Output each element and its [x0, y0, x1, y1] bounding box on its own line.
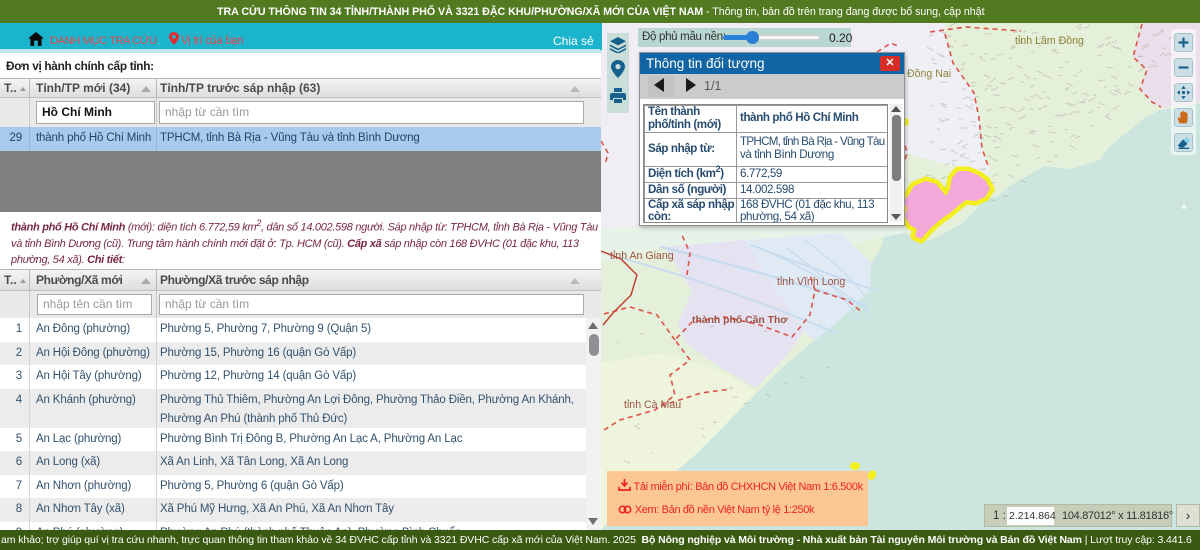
- svg-text:thành phố Cần Thơ: thành phố Cần Thơ: [692, 314, 788, 326]
- svg-text:tỉnh Cà Mau: tỉnh Cà Mau: [624, 399, 681, 411]
- svg-text:tỉnh Lâm Đồng: tỉnh Lâm Đồng: [1015, 35, 1084, 47]
- svg-text:Đồng Nai: Đồng Nai: [907, 68, 951, 80]
- svg-text:tỉnh Vĩnh Long: tỉnh Vĩnh Long: [777, 276, 845, 288]
- svg-text:tỉnh An Giang: tỉnh An Giang: [610, 250, 674, 262]
